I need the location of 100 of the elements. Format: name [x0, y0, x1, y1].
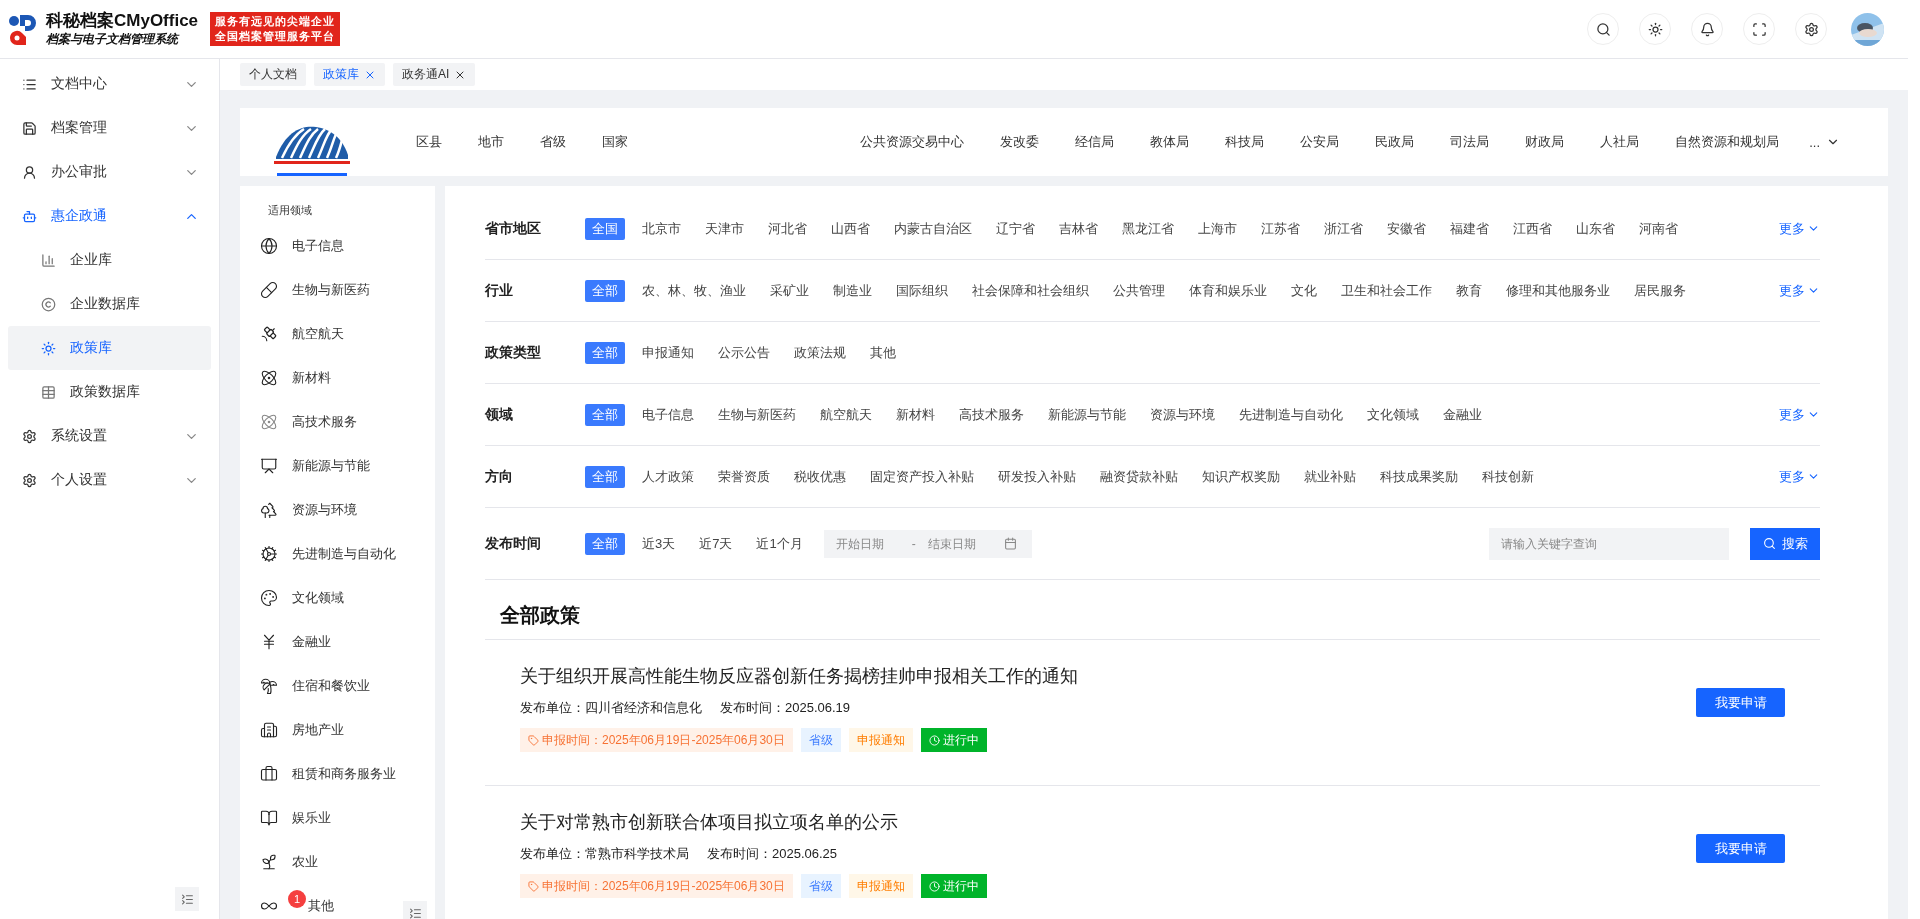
filter-option[interactable]: 居民服务: [1627, 279, 1693, 302]
domain-item[interactable]: 电子信息: [252, 224, 435, 268]
filter-option[interactable]: 农、林、牧、渔业: [635, 279, 753, 302]
page-tab[interactable]: 政务通AI: [393, 63, 476, 86]
filter-option[interactable]: 修理和其他服务业: [1499, 279, 1617, 302]
filter-option[interactable]: 高技术服务: [952, 403, 1031, 426]
collapse-button[interactable]: [403, 901, 427, 919]
filter-option[interactable]: 人才政策: [635, 465, 701, 488]
filter-option[interactable]: 航空航天: [813, 403, 879, 426]
filter-option[interactable]: 就业补贴: [1297, 465, 1363, 488]
filter-option[interactable]: 文化领域: [1360, 403, 1426, 426]
filter-option[interactable]: 体育和娱乐业: [1182, 279, 1274, 302]
submenu-item[interactable]: 政策库: [8, 326, 211, 370]
apply-button[interactable]: 我要申请: [1696, 834, 1785, 863]
filter-option[interactable]: 荣誉资质: [711, 465, 777, 488]
menu-item[interactable]: 惠企政通: [8, 194, 211, 238]
filter-option[interactable]: 近3天: [635, 532, 683, 555]
filter-option[interactable]: 先进制造与自动化: [1232, 403, 1350, 426]
more-departments-button[interactable]: ...: [1809, 134, 1840, 150]
page-tab[interactable]: 个人文档: [240, 63, 306, 86]
domain-item[interactable]: 住宿和餐饮业: [252, 664, 435, 708]
department-link[interactable]: 自然资源和规划局: [1675, 133, 1780, 151]
filter-option[interactable]: 全部: [585, 532, 625, 555]
menu-item[interactable]: 文档中心: [8, 62, 211, 106]
filter-option[interactable]: 辽宁省: [989, 217, 1042, 240]
filter-option[interactable]: 文化: [1284, 279, 1324, 302]
submenu-item[interactable]: 企业库: [8, 238, 211, 282]
domain-item[interactable]: 生物与新医药: [252, 268, 435, 312]
bell-button[interactable]: [1691, 13, 1723, 45]
filter-option[interactable]: 吉林省: [1052, 217, 1105, 240]
more-button[interactable]: 更多: [1779, 467, 1820, 486]
policy-title[interactable]: 关于对常熟市创新联合体项目拟立项名单的公示: [520, 810, 1696, 834]
filter-option[interactable]: 河北省: [761, 217, 814, 240]
search-button[interactable]: 搜索: [1750, 527, 1820, 560]
domain-item[interactable]: 高技术服务: [252, 400, 435, 444]
filter-option[interactable]: 电子信息: [635, 403, 701, 426]
department-link[interactable]: 科技局: [1225, 133, 1265, 151]
filter-option[interactable]: 全部: [585, 403, 625, 426]
filter-option[interactable]: 全部: [585, 279, 625, 302]
filter-option[interactable]: 近7天: [692, 532, 740, 555]
filter-option[interactable]: 固定资产投入补贴: [863, 465, 981, 488]
region-link[interactable]: 省级: [540, 133, 566, 151]
search-field[interactable]: 请输入关键字查询: [1489, 527, 1729, 560]
domain-item[interactable]: 房地产业: [252, 708, 435, 752]
domain-item[interactable]: 农业: [252, 840, 435, 884]
filter-option[interactable]: 全国: [585, 217, 625, 240]
domain-item[interactable]: 资源与环境: [252, 488, 435, 532]
collapse-button[interactable]: [175, 887, 199, 911]
domain-item[interactable]: 娱乐业: [252, 796, 435, 840]
filter-option[interactable]: 其他: [863, 341, 903, 364]
filter-option[interactable]: 全部: [585, 341, 625, 364]
menu-item[interactable]: 个人设置: [8, 458, 211, 502]
department-link[interactable]: 发改委: [1000, 133, 1040, 151]
department-link[interactable]: 教体局: [1150, 133, 1190, 151]
filter-option[interactable]: 河南省: [1632, 217, 1685, 240]
end-date-field[interactable]: 结束日期: [925, 535, 994, 552]
filter-option[interactable]: 上海市: [1191, 217, 1244, 240]
filter-option[interactable]: 采矿业: [763, 279, 816, 302]
domain-item[interactable]: 航空航天: [252, 312, 435, 356]
department-link[interactable]: 人社局: [1600, 133, 1640, 151]
filter-option[interactable]: 政策法规: [787, 341, 853, 364]
department-link[interactable]: 经信局: [1075, 133, 1115, 151]
filter-option[interactable]: 研发投入补贴: [991, 465, 1083, 488]
submenu-item[interactable]: 企业数据库: [8, 282, 211, 326]
apply-button[interactable]: 我要申请: [1696, 688, 1785, 717]
start-date-field[interactable]: 开始日期: [833, 535, 902, 552]
region-link[interactable]: 国家: [602, 133, 628, 151]
filter-option[interactable]: 全部: [585, 465, 625, 488]
filter-option[interactable]: 北京市: [635, 217, 688, 240]
filter-option[interactable]: 科技创新: [1475, 465, 1541, 488]
more-button[interactable]: 更多: [1779, 219, 1820, 238]
filter-option[interactable]: 教育: [1449, 279, 1489, 302]
menu-item[interactable]: 系统设置: [8, 414, 211, 458]
filter-option[interactable]: 新能源与节能: [1041, 403, 1133, 426]
search-button[interactable]: [1587, 13, 1619, 45]
filter-option[interactable]: 黑龙江省: [1115, 217, 1181, 240]
domain-item[interactable]: 新材料: [252, 356, 435, 400]
filter-option[interactable]: 近1个月: [749, 532, 810, 555]
more-button[interactable]: 更多: [1779, 405, 1820, 424]
menu-item[interactable]: 档案管理: [8, 106, 211, 150]
filter-option[interactable]: 科技成果奖励: [1373, 465, 1465, 488]
department-link[interactable]: 司法局: [1450, 133, 1490, 151]
region-link[interactable]: 地市: [478, 133, 504, 151]
filter-option[interactable]: 融资贷款补贴: [1093, 465, 1185, 488]
filter-option[interactable]: 卫生和社会工作: [1334, 279, 1439, 302]
settings-button[interactable]: [1795, 13, 1827, 45]
department-link[interactable]: 财政局: [1525, 133, 1565, 151]
department-link[interactable]: 民政局: [1375, 133, 1415, 151]
filter-option[interactable]: 申报通知: [635, 341, 701, 364]
filter-option[interactable]: 知识产权奖励: [1195, 465, 1287, 488]
filter-option[interactable]: 山东省: [1569, 217, 1622, 240]
domain-item[interactable]: 1 其他: [252, 884, 435, 919]
filter-option[interactable]: 福建省: [1443, 217, 1496, 240]
filter-option[interactable]: 内蒙古自治区: [887, 217, 979, 240]
domain-item[interactable]: 金融业: [252, 620, 435, 664]
filter-option[interactable]: 社会保障和社会组织: [965, 279, 1096, 302]
department-link[interactable]: 公共资源交易中心: [860, 133, 965, 151]
filter-option[interactable]: 新材料: [889, 403, 942, 426]
filter-option[interactable]: 江西省: [1506, 217, 1559, 240]
more-button[interactable]: 更多: [1779, 281, 1820, 300]
